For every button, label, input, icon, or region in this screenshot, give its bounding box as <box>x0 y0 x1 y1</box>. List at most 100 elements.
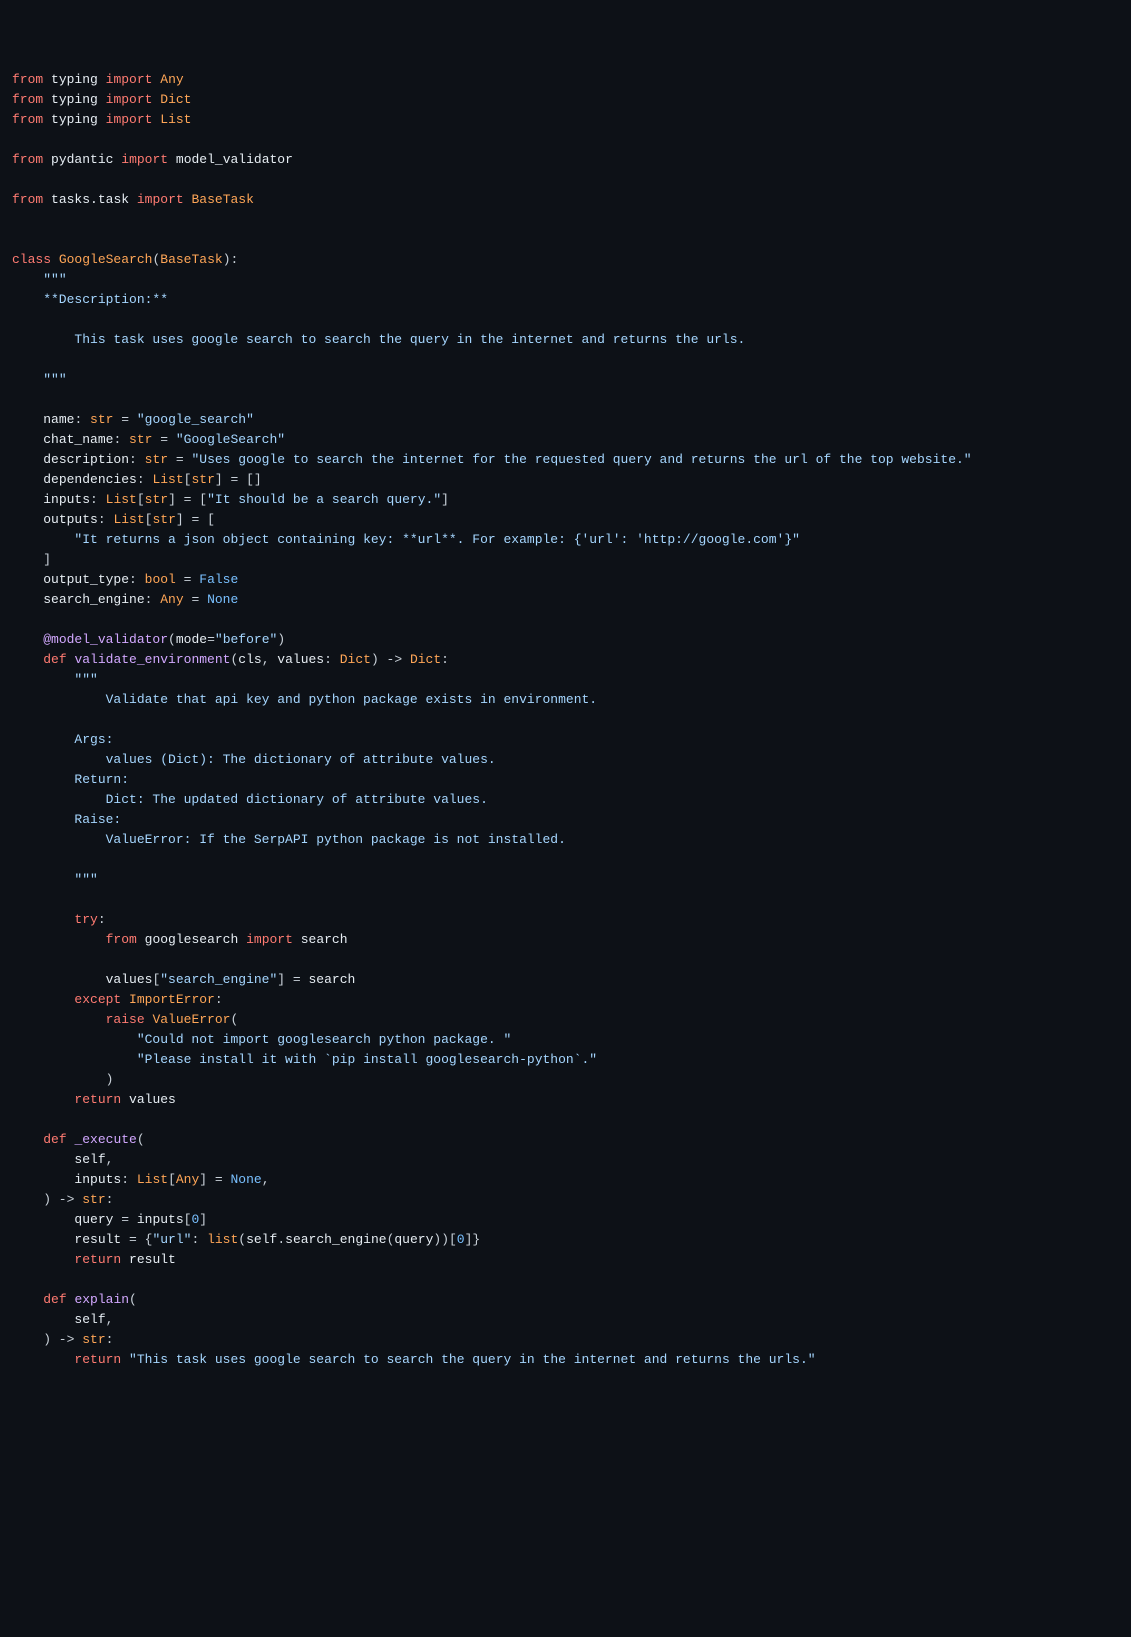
token-str: """ <box>74 672 97 687</box>
code-line: **Description:** <box>12 290 1119 310</box>
token-mod: result <box>129 1252 176 1267</box>
token-cls: str <box>82 1192 105 1207</box>
token-op <box>98 72 106 87</box>
token-kw: from <box>12 92 43 107</box>
token-cls: str <box>145 492 168 507</box>
token-op <box>12 1172 74 1187</box>
token-num: 0 <box>457 1232 465 1247</box>
token-fn: @model_validator <box>43 632 168 647</box>
code-line: Dict: The updated dictionary of attribut… <box>12 790 1119 810</box>
code-line: except ImportError: <box>12 990 1119 1010</box>
token-op <box>121 1252 129 1267</box>
token-op: = { <box>121 1232 152 1247</box>
token-op: : <box>74 412 90 427</box>
token-op: ) -> <box>12 1192 82 1207</box>
token-op <box>12 452 43 467</box>
token-op <box>12 652 43 667</box>
token-op: : <box>90 492 106 507</box>
code-line: "Please install it with `pip install goo… <box>12 1050 1119 1070</box>
code-line <box>12 890 1119 910</box>
code-line: """ <box>12 270 1119 290</box>
token-cls: BaseTask <box>160 252 222 267</box>
token-op <box>121 992 129 1007</box>
token-op <box>12 1312 74 1327</box>
token-op: ) <box>12 1072 113 1087</box>
code-line: name: str = "google_search" <box>12 410 1119 430</box>
token-param: self <box>74 1152 105 1167</box>
token-kw: import <box>106 72 153 87</box>
token-mod: search <box>301 932 348 947</box>
token-op <box>121 1092 129 1107</box>
code-line <box>12 170 1119 190</box>
token-mod: inputs <box>43 492 90 507</box>
token-op <box>12 372 43 387</box>
code-line: from googlesearch import search <box>12 930 1119 950</box>
code-block: from typing import Anyfrom typing import… <box>12 70 1119 1370</box>
code-line: from pydantic import model_validator <box>12 150 1119 170</box>
token-op: ] = <box>277 972 308 987</box>
token-str: "It should be a search query." <box>207 492 441 507</box>
token-op <box>51 252 59 267</box>
token-op <box>12 512 43 527</box>
code-line: inputs: List[str] = ["It should be a sea… <box>12 490 1119 510</box>
code-line: query = inputs[0] <box>12 1210 1119 1230</box>
token-mod: model_validator <box>176 152 293 167</box>
token-op: ) -> <box>371 652 410 667</box>
token-op: : <box>129 572 145 587</box>
token-op: : <box>98 512 114 527</box>
code-line: This task uses google search to search t… <box>12 330 1119 350</box>
token-op <box>12 272 43 287</box>
token-fn: _execute <box>74 1132 136 1147</box>
code-line: chat_name: str = "GoogleSearch" <box>12 430 1119 450</box>
token-op: : <box>106 1192 114 1207</box>
token-op: , <box>106 1152 114 1167</box>
token-param: cls <box>238 652 261 667</box>
token-cls: list <box>207 1232 238 1247</box>
token-kw: from <box>12 192 43 207</box>
token-op: = <box>207 632 215 647</box>
token-cls: str <box>82 1332 105 1347</box>
token-op <box>12 672 74 687</box>
code-line <box>12 230 1119 250</box>
token-fn: explain <box>74 1292 129 1307</box>
token-kw: import <box>106 92 153 107</box>
token-op <box>168 152 176 167</box>
token-op <box>12 1132 43 1147</box>
code-line: ValueError: If the SerpAPI python packag… <box>12 830 1119 850</box>
token-cls: List <box>137 1172 168 1187</box>
token-op: ] = [ <box>168 492 207 507</box>
token-kw: try <box>74 912 97 927</box>
code-line <box>12 610 1119 630</box>
code-line: values (Dict): The dictionary of attribu… <box>12 750 1119 770</box>
token-const: None <box>207 592 238 607</box>
token-op: , <box>262 652 278 667</box>
token-op: [ <box>137 492 145 507</box>
token-op <box>12 472 43 487</box>
token-op <box>293 932 301 947</box>
token-kw: import <box>106 112 153 127</box>
token-kw: raise <box>106 1012 145 1027</box>
token-kw: from <box>12 112 43 127</box>
token-op: = <box>152 432 175 447</box>
code-line <box>12 310 1119 330</box>
code-line <box>12 1110 1119 1130</box>
token-cls: Any <box>176 1172 199 1187</box>
token-op <box>12 1032 137 1047</box>
token-str: "It returns a json object containing key… <box>74 532 800 547</box>
code-line: search_engine: Any = None <box>12 590 1119 610</box>
token-cls: str <box>191 472 214 487</box>
token-cls: bool <box>145 572 176 587</box>
token-op: ] <box>441 492 449 507</box>
token-str: "Could not import googlesearch python pa… <box>137 1032 511 1047</box>
token-op <box>12 432 43 447</box>
token-op <box>12 412 43 427</box>
code-line: description: str = "Uses google to searc… <box>12 450 1119 470</box>
token-str: "Uses google to search the internet for … <box>191 452 971 467</box>
token-op: ( <box>230 1012 238 1027</box>
token-str: This task uses google search to search t… <box>12 332 745 347</box>
code-line: class GoogleSearch(BaseTask): <box>12 250 1119 270</box>
token-kw: from <box>12 152 43 167</box>
token-mod: outputs <box>43 512 98 527</box>
token-op: = <box>113 1212 136 1227</box>
code-line: try: <box>12 910 1119 930</box>
